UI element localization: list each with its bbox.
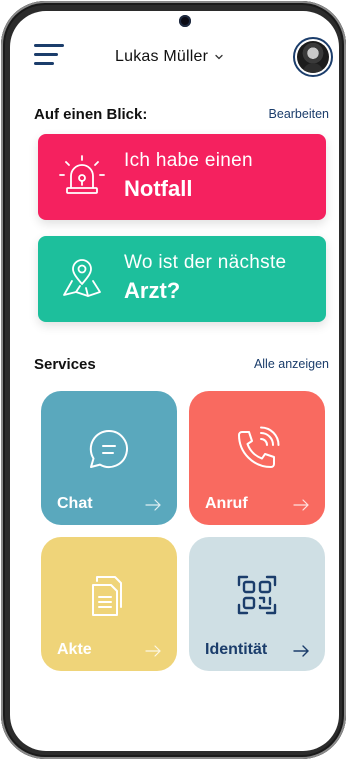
at-a-glance-title: Auf einen Blick: (34, 106, 148, 123)
avatar-photo (297, 41, 329, 73)
chevron-down-icon (215, 54, 223, 60)
edit-link[interactable]: Bearbeiten (269, 107, 329, 121)
service-tile-call[interactable]: Anruf (189, 391, 325, 525)
siren-icon (59, 155, 105, 194)
user-switcher[interactable]: Lukas Müller (115, 46, 224, 68)
map-pin-icon (63, 259, 101, 297)
avatar[interactable] (293, 37, 333, 77)
service-tile-label: Akte (57, 641, 92, 658)
front-camera (179, 15, 191, 27)
services-title: Services (34, 356, 96, 373)
user-name: Lukas Müller (115, 48, 209, 65)
nearest-doctor-card[interactable]: Wo ist der nächste Arzt? (38, 236, 326, 322)
show-all-link[interactable]: Alle anzeigen (254, 357, 329, 371)
service-tile-label: Identität (205, 641, 268, 658)
service-tile-label: Anruf (205, 495, 248, 512)
arrow-right-icon (145, 645, 161, 657)
chat-bubble-icon (89, 429, 128, 468)
arrow-right-icon (293, 645, 309, 657)
phone-frame: Lukas Müller Auf einen Blick: Bearbeiten (1, 1, 346, 759)
nearest-doctor-line1: Wo ist der nächste (124, 252, 287, 273)
service-tile-label: Chat (57, 495, 93, 512)
app-screen: Lukas Müller Auf einen Blick: Bearbeiten (10, 11, 339, 751)
qr-code-icon (237, 575, 277, 615)
arrow-right-icon (293, 499, 309, 511)
phone-icon (238, 426, 280, 468)
service-tile-chat[interactable]: Chat (41, 391, 177, 525)
emergency-card-line1: Ich habe einen (124, 150, 253, 171)
emergency-card[interactable]: Ich habe einen Notfall (38, 134, 326, 220)
hamburger-menu-icon[interactable] (34, 44, 64, 66)
service-tile-identity[interactable]: Identität (189, 537, 325, 671)
arrow-right-icon (145, 499, 161, 511)
emergency-card-line2: Notfall (124, 176, 193, 201)
service-tile-records[interactable]: Akte (41, 537, 177, 671)
documents-icon (92, 576, 122, 616)
nearest-doctor-line2: Arzt? (124, 278, 181, 303)
